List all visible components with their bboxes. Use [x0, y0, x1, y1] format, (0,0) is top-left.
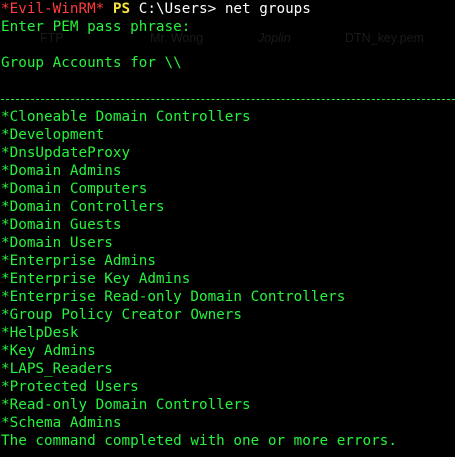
separator-line [1, 90, 455, 108]
output-line: Enter PEM pass phrase: [1, 19, 191, 35]
prompt-line: *Evil-WinRM* PS C:\Users> net groups [1, 0, 455, 18]
prompt-path: C:\Users> [138, 1, 217, 17]
prompt-ps: PS [112, 1, 131, 17]
group-entry: *Enterprise Key Admins [1, 271, 191, 287]
group-entry: *Read-only Domain Controllers [1, 397, 251, 413]
group-entry: *LAPS_Readers [1, 361, 113, 377]
group-entry: *Development [1, 127, 105, 143]
group-entry: *Domain Guests [1, 217, 122, 233]
group-entry: *HelpDesk [1, 325, 79, 341]
group-entry: *DnsUpdateProxy [1, 145, 131, 161]
group-entry: *Enterprise Read-only Domain Controllers [1, 289, 346, 305]
group-entry: *Domain Users [1, 235, 113, 251]
terminal-output: *Evil-WinRM* PS C:\Users> net groups Ent… [1, 0, 455, 450]
group-entry: *Group Policy Creator Owners [1, 307, 243, 323]
group-entry: *Domain Controllers [1, 199, 165, 215]
group-entry: *Protected Users [1, 379, 139, 395]
prompt-evil-winrm: *Evil-WinRM* [1, 1, 105, 17]
group-entry: *Schema Admins [1, 415, 122, 431]
prompt-command: net groups [224, 1, 311, 17]
group-entry: *Enterprise Admins [1, 253, 156, 269]
group-list: *Cloneable Domain Controllers *Developmen… [1, 108, 455, 432]
group-entry: *Domain Computers [1, 181, 148, 197]
terminal-window[interactable]: FTP Mr. Wong Joplin DTN_key.pem *Evil-Wi… [0, 0, 455, 457]
group-entry: *Domain Admins [1, 163, 122, 179]
group-entry: *Key Admins [1, 343, 96, 359]
footer-message: The command completed with one or more e… [1, 433, 397, 449]
group-entry: *Cloneable Domain Controllers [1, 109, 251, 125]
output-line: Group Accounts for \\ [1, 55, 182, 71]
